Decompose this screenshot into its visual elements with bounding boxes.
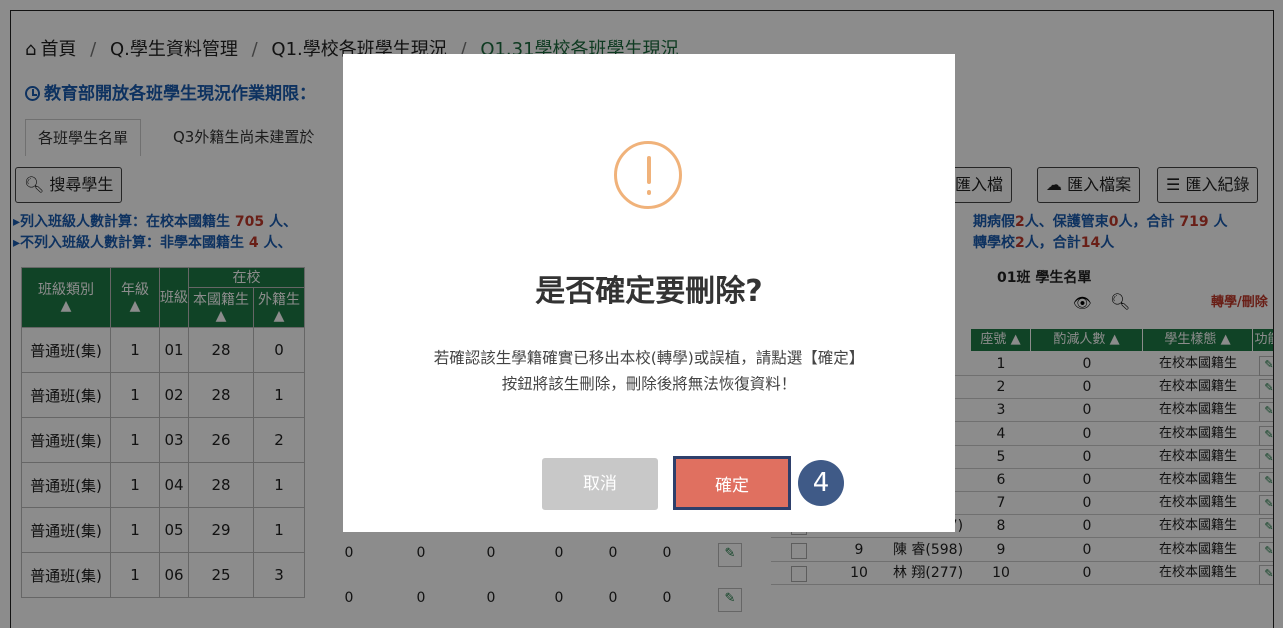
warning-icon xyxy=(614,141,682,209)
dialog-message-line2: 按鈕將該生刪除，刪除後將無法恢復資料！ xyxy=(501,375,797,393)
confirm-button[interactable]: 確定 xyxy=(673,456,791,510)
page: ⌂ 首頁 / Q.學生資料管理 / Q1.學校各班學生現況 / Q1.31學校各班… xyxy=(0,0,1283,628)
dialog-title: 是否確定要刪除? xyxy=(535,274,763,309)
cancel-button[interactable]: 取消 xyxy=(542,458,658,510)
confirm-dialog: 是否確定要刪除? 若確認該生學籍確實已移出本校(轉學)或誤植，請點選【確定】 按… xyxy=(343,54,955,532)
dialog-message-line1: 若確認該生學籍確實已移出本校(轉學)或誤植，請點選【確定】 xyxy=(433,349,865,367)
step-number-badge: 4 xyxy=(798,460,844,506)
